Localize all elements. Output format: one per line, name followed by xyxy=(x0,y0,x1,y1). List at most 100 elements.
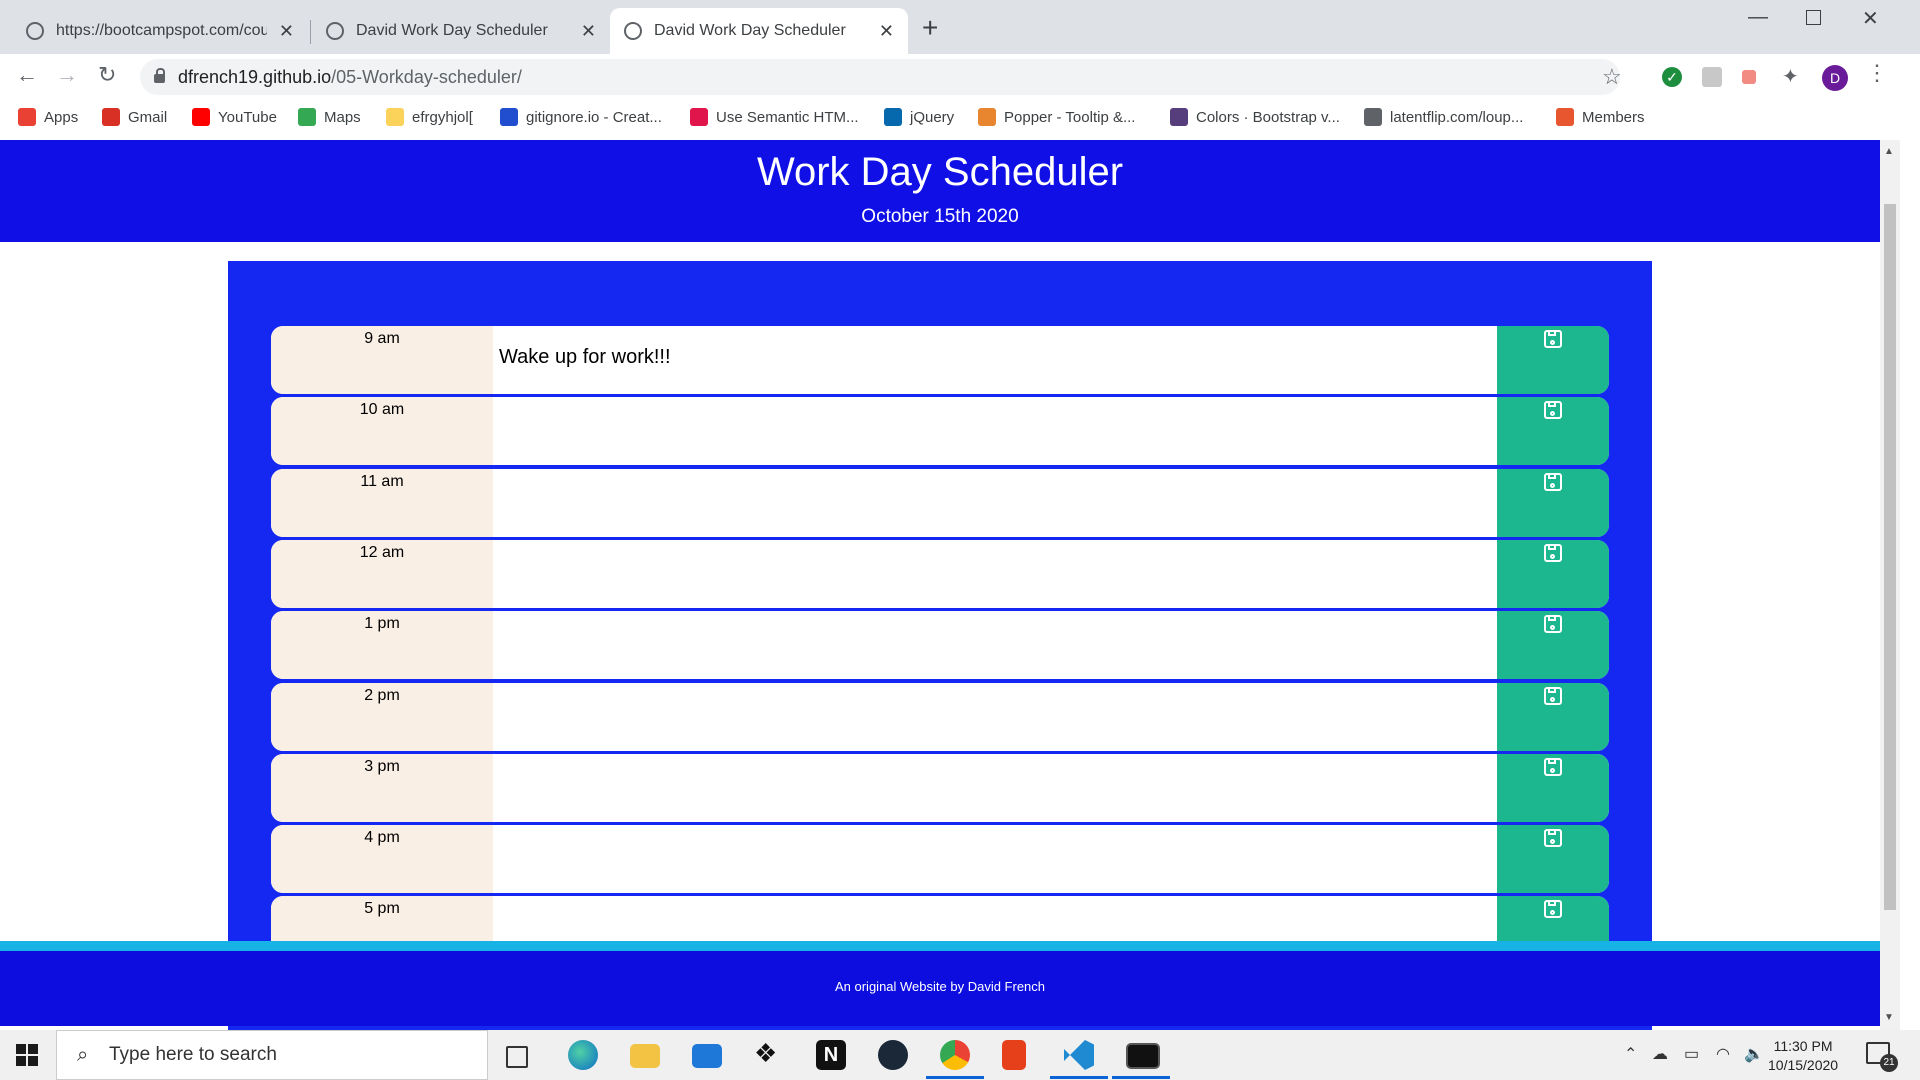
tab-title: https://bootcampspot.com/cours xyxy=(56,22,267,39)
clock-time: 11:30 PM xyxy=(1773,1038,1833,1054)
page-header: Work Day Scheduler October 15th 2020 xyxy=(0,140,1880,242)
close-tab-icon[interactable]: ✕ xyxy=(879,21,894,42)
save-disk-icon xyxy=(1544,330,1562,348)
gitignore-icon xyxy=(500,108,518,126)
extension-icon[interactable] xyxy=(1702,67,1722,87)
forward-button[interactable]: → xyxy=(56,62,78,88)
browser-tab-active[interactable]: David Work Day Scheduler ✕ xyxy=(610,8,908,54)
bookmark-item[interactable]: Maps xyxy=(298,108,361,126)
chrome-icon[interactable] xyxy=(940,1040,970,1070)
vscode-icon[interactable] xyxy=(1064,1040,1094,1070)
event-description-textarea[interactable] xyxy=(493,683,1497,751)
bookmark-item[interactable]: YouTube xyxy=(192,108,277,126)
save-button[interactable] xyxy=(1497,539,1609,608)
bookmark-item[interactable]: Apps xyxy=(18,108,78,126)
youtube-icon xyxy=(192,108,210,126)
system-clock[interactable]: 11:30 PM 10/15/2020 xyxy=(1768,1037,1838,1075)
minimize-button[interactable]: — xyxy=(1748,6,1768,29)
event-description-textarea[interactable] xyxy=(493,611,1497,679)
bookmark-item[interactable]: Gmail xyxy=(102,108,167,126)
page-footer: An original Website by David French xyxy=(0,951,1880,1026)
event-description-textarea[interactable] xyxy=(493,754,1497,822)
close-tab-icon[interactable]: ✕ xyxy=(279,21,294,42)
bookmark-item[interactable]: Use Semantic HTM... xyxy=(690,108,859,126)
browser-toolbar: ← → ↻ dfrench19.github.io/05-Workday-sch… xyxy=(0,54,1920,100)
lock-icon xyxy=(154,68,165,83)
browser-tab-strip: https://bootcampspot.com/cours ✕ David W… xyxy=(0,0,1920,54)
address-bar[interactable]: dfrench19.github.io/05-Workday-scheduler… xyxy=(140,59,1622,95)
notification-center-icon[interactable]: 21 xyxy=(1866,1042,1898,1072)
event-description-textarea[interactable]: Wake up for work!!! xyxy=(493,326,1497,394)
bookmark-item[interactable]: Colors · Bootstrap v... xyxy=(1170,108,1340,126)
bookmark-item[interactable]: efrgyhjol[ xyxy=(386,108,473,126)
bookmark-label: gitignore.io - Creat... xyxy=(526,108,662,126)
bookmark-item[interactable]: gitignore.io - Creat... xyxy=(500,108,662,126)
notification-count-badge: 21 xyxy=(1880,1054,1898,1072)
save-button[interactable] xyxy=(1497,326,1609,394)
dropbox-icon[interactable]: ❖ xyxy=(754,1038,777,1069)
bookmark-item[interactable]: latentflip.com/loup... xyxy=(1364,108,1523,126)
bookmark-label: YouTube xyxy=(218,108,277,126)
bookmark-label: Maps xyxy=(324,108,361,126)
notion-icon[interactable]: N xyxy=(816,1040,846,1070)
save-button[interactable] xyxy=(1497,397,1609,466)
save-button[interactable] xyxy=(1497,682,1609,751)
bookmark-label: Gmail xyxy=(128,108,168,126)
globe-icon xyxy=(1364,108,1382,126)
bookmark-item[interactable]: Popper - Tooltip &... xyxy=(978,108,1135,126)
scroll-up-arrow-icon[interactable]: ▲ xyxy=(1884,146,1894,157)
tab-title: David Work Day Scheduler xyxy=(356,22,548,39)
windows-start-icon[interactable] xyxy=(16,1044,38,1066)
event-description-textarea[interactable] xyxy=(493,397,1497,465)
save-button[interactable] xyxy=(1497,753,1609,822)
browser-tab[interactable]: https://bootcampspot.com/cours ✕ xyxy=(12,8,308,54)
maps-icon xyxy=(298,108,316,126)
mail-icon[interactable] xyxy=(692,1044,722,1068)
url-text[interactable]: dfrench19.github.io/05-Workday-scheduler… xyxy=(178,67,522,88)
page-scrollbar[interactable]: ▲ ▼ xyxy=(1880,140,1900,1030)
reload-button[interactable]: ↻ xyxy=(98,62,116,88)
save-button[interactable] xyxy=(1497,468,1609,537)
footer-divider xyxy=(0,941,1880,951)
jquery-icon xyxy=(884,108,902,126)
steam-icon[interactable] xyxy=(878,1040,908,1070)
battery-icon[interactable]: ▭ xyxy=(1684,1044,1699,1064)
bookmark-item[interactable]: jQuery xyxy=(884,108,954,126)
show-hidden-icons-chevron-icon[interactable]: ⌃ xyxy=(1624,1044,1637,1064)
hour-label: 12 am xyxy=(271,539,493,608)
menu-kebab-icon[interactable]: ⋮ xyxy=(1866,60,1888,86)
volume-icon[interactable]: 🔈 xyxy=(1744,1044,1764,1064)
event-description-textarea[interactable] xyxy=(493,825,1497,893)
office-icon[interactable] xyxy=(1002,1040,1026,1070)
browser-tab[interactable]: David Work Day Scheduler ✕ xyxy=(312,8,610,54)
time-block-row: 10 am xyxy=(271,397,1609,466)
profile-avatar[interactable]: D xyxy=(1822,65,1848,91)
bookmark-star-icon[interactable]: ☆ xyxy=(1602,64,1622,90)
time-block-row: 2 pm xyxy=(271,682,1609,751)
tab-title: David Work Day Scheduler xyxy=(654,22,846,39)
scroll-down-arrow-icon[interactable]: ▼ xyxy=(1884,1012,1894,1023)
close-window-button[interactable]: ✕ xyxy=(1862,6,1879,31)
extension-check-icon[interactable]: ✓ xyxy=(1662,67,1682,87)
save-button[interactable] xyxy=(1497,611,1609,680)
scrollbar-thumb[interactable] xyxy=(1884,204,1896,910)
file-explorer-icon[interactable] xyxy=(630,1044,660,1068)
extension-arrow-icon[interactable] xyxy=(1742,70,1756,84)
save-disk-icon xyxy=(1544,757,1562,776)
back-button[interactable]: ← xyxy=(16,62,38,88)
wifi-icon[interactable]: ◠ xyxy=(1716,1044,1730,1064)
save-button[interactable] xyxy=(1497,825,1609,894)
onedrive-cloud-icon[interactable]: ☁ xyxy=(1652,1044,1668,1064)
terminal-icon[interactable] xyxy=(1126,1043,1160,1069)
event-description-textarea[interactable] xyxy=(493,540,1497,608)
bookmark-item[interactable]: Members xyxy=(1556,108,1645,126)
extensions-puzzle-icon[interactable]: ✦ xyxy=(1782,64,1799,89)
close-tab-icon[interactable]: ✕ xyxy=(581,21,596,42)
time-block-row: 3 pm xyxy=(271,753,1609,822)
task-view-icon[interactable] xyxy=(506,1046,528,1068)
taskbar-search-box[interactable]: ⌕ Type here to search xyxy=(56,1030,488,1080)
maximize-button[interactable] xyxy=(1806,10,1821,25)
event-description-textarea[interactable] xyxy=(493,469,1497,537)
new-tab-button[interactable]: + xyxy=(922,14,938,42)
edge-icon[interactable] xyxy=(568,1040,598,1070)
